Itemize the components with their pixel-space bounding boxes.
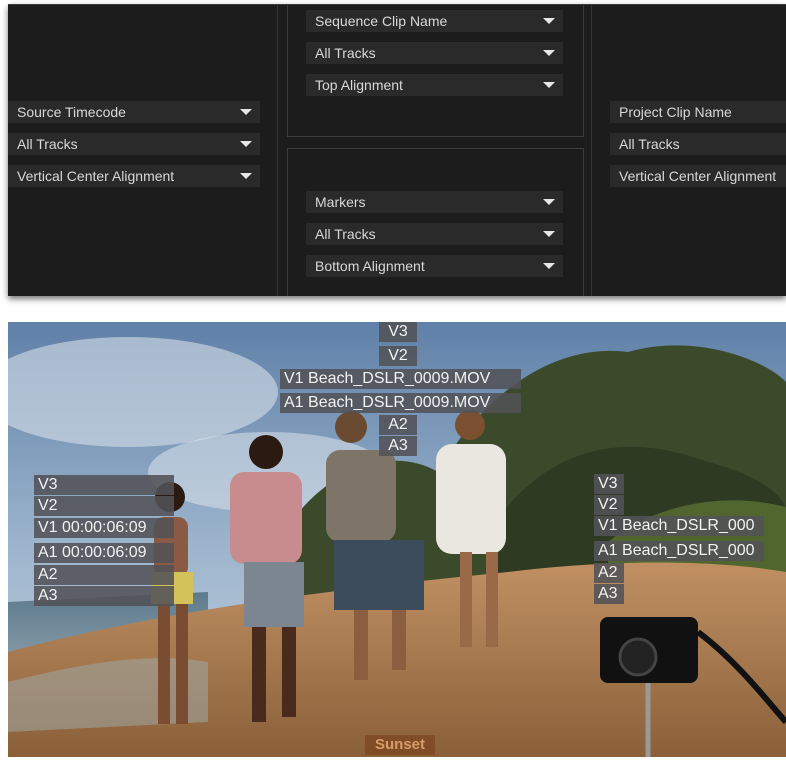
dropdown-label: Top Alignment [315, 77, 403, 93]
overlay-left-a1: A1 00:00:06:09 [34, 543, 174, 563]
chevron-down-icon [543, 18, 555, 24]
overlay-top-v1: V1 Beach_DSLR_0009.MOV [280, 369, 521, 389]
chevron-down-icon [543, 263, 555, 269]
overlay-left-v1: V1 00:00:06:09 [34, 518, 174, 538]
chevron-down-icon [543, 82, 555, 88]
overlay-left-v3: V3 [34, 475, 174, 495]
left-content-dropdown[interactable]: Source Timecode [8, 101, 260, 123]
dropdown-label: All Tracks [619, 136, 680, 152]
chevron-down-icon [240, 173, 252, 179]
right-content-dropdown[interactable]: Project Clip Name [610, 101, 786, 123]
center-top-content-dropdown[interactable]: Sequence Clip Name [306, 10, 563, 32]
overlay-settings-panel: Source Timecode All Tracks Vertical Cent… [8, 4, 786, 296]
dropdown-label: All Tracks [17, 136, 78, 152]
overlay-top-v3: V3 [379, 322, 417, 342]
overlay-right-a3: A3 [594, 584, 624, 604]
right-alignment-dropdown[interactable]: Vertical Center Alignment [610, 165, 786, 187]
overlay-right-v1: V1 Beach_DSLR_000 [594, 516, 764, 536]
chevron-down-icon [240, 109, 252, 115]
right-tracks-dropdown[interactable]: All Tracks [610, 133, 786, 155]
dropdown-label: Bottom Alignment [315, 258, 425, 274]
dropdown-label: Vertical Center Alignment [17, 168, 175, 184]
left-tracks-dropdown[interactable]: All Tracks [8, 133, 260, 155]
dropdown-label: Sequence Clip Name [315, 13, 448, 29]
overlay-right-a2: A2 [594, 563, 624, 583]
overlay-right-a1: A1 Beach_DSLR_000 [594, 541, 764, 561]
marker-label: Sunset [365, 735, 435, 755]
overlay-top-v2: V2 [379, 346, 417, 366]
chevron-down-icon [240, 141, 252, 147]
center-top-tracks-dropdown[interactable]: All Tracks [306, 42, 563, 64]
center-bottom-content-dropdown[interactable]: Markers [306, 191, 563, 213]
overlay-right-v2: V2 [594, 495, 624, 515]
column-divider [277, 5, 278, 296]
column-divider [591, 5, 592, 296]
overlay-right-v3: V3 [594, 474, 624, 494]
overlay-top-a1: A1 Beach_DSLR_0009.MOV [280, 393, 521, 413]
dropdown-label: Source Timecode [17, 104, 126, 120]
overlay-left-v2: V2 [34, 496, 174, 516]
center-top-alignment-dropdown[interactable]: Top Alignment [306, 74, 563, 96]
overlay-top-a3: A3 [379, 436, 417, 456]
overlay-top-a2: A2 [379, 415, 417, 435]
dropdown-label: All Tracks [315, 226, 376, 242]
left-alignment-dropdown[interactable]: Vertical Center Alignment [8, 165, 260, 187]
dropdown-label: Markers [315, 194, 366, 210]
dropdown-label: All Tracks [315, 45, 376, 61]
overlay-left-a2: A2 [34, 565, 174, 585]
chevron-down-icon [543, 199, 555, 205]
center-bottom-tracks-dropdown[interactable]: All Tracks [306, 223, 563, 245]
dropdown-label: Project Clip Name [619, 104, 732, 120]
dropdown-label: Vertical Center Alignment [619, 168, 777, 184]
center-bottom-alignment-dropdown[interactable]: Bottom Alignment [306, 255, 563, 277]
program-monitor: V3 V2 V1 Beach_DSLR_0009.MOV A1 Beach_DS… [8, 322, 786, 757]
chevron-down-icon [543, 50, 555, 56]
overlay-left-a3: A3 [34, 586, 174, 606]
chevron-down-icon [543, 231, 555, 237]
